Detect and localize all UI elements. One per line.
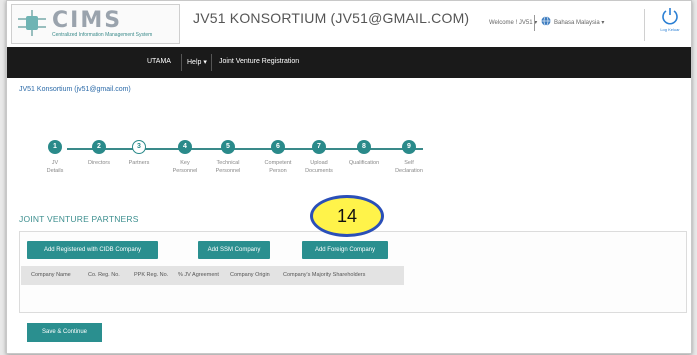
step-label: JV Details (46, 160, 64, 174)
table-column-header: % JV Agreement (178, 272, 219, 278)
step-technical-personnel[interactable]: 5 Technical Personnel (210, 140, 246, 175)
step-number: 2 (92, 140, 106, 154)
top-nav: UTAMA Help ▾ Joint Venture Registration (7, 47, 691, 78)
step-number: 8 (357, 140, 371, 154)
step-competent-person[interactable]: 6 Competent Person (260, 140, 296, 175)
partners-table-header: Company Name Co. Reg. No. PPK Reg. No. %… (21, 266, 404, 285)
step-partners[interactable]: 3 Partners (121, 140, 157, 167)
annotation-callout: 14 (310, 195, 384, 237)
divider (644, 9, 645, 41)
logout-label: Log Keluar (660, 27, 680, 32)
divider (534, 15, 535, 31)
header: CIMS Centralized Information Management … (7, 1, 691, 48)
add-foreign-company-button[interactable]: Add Foreign Company (302, 241, 388, 259)
step-number: 6 (271, 140, 285, 154)
step-label: Competent Person (264, 160, 292, 174)
step-key-personnel[interactable]: 4 Key Personnel (167, 140, 203, 175)
step-number: 1 (48, 140, 62, 154)
page-title: JV51 KONSORTIUM (JV51@GMAIL.COM) (193, 10, 470, 26)
step-qualification[interactable]: 8 Qualification (346, 140, 382, 167)
step-number: 9 (402, 140, 416, 154)
step-number-current: 3 (132, 140, 146, 154)
logo-title: CIMS (52, 8, 123, 33)
divider (181, 54, 182, 71)
globe-icon (541, 16, 551, 26)
logo-subtitle: Centralized Information Management Syste… (52, 32, 153, 38)
section-title: JOINT VENTURE PARTNERS (19, 214, 139, 224)
nav-item-jv-registration[interactable]: Joint Venture Registration (219, 58, 299, 65)
user-menu[interactable]: Welcome ! JV51 ▾ (489, 19, 537, 26)
save-continue-button[interactable]: Save & Continue (27, 323, 102, 342)
logout-button[interactable]: Log Keluar (655, 7, 685, 43)
step-label: Upload Documents (305, 160, 333, 174)
step-number: 4 (178, 140, 192, 154)
circuit-logo-icon (18, 10, 46, 36)
add-cidb-company-button[interactable]: Add Registered with CIDB Company (27, 241, 158, 259)
power-icon (662, 8, 678, 25)
step-label: Qualification (348, 160, 380, 166)
step-label: Self Declaration (395, 160, 423, 174)
nav-item-utama[interactable]: UTAMA (147, 58, 171, 65)
step-directors[interactable]: 2 Directors (81, 140, 117, 167)
cims-logo[interactable]: CIMS Centralized Information Management … (11, 4, 180, 44)
step-label: Technical Personnel (215, 160, 241, 174)
language-selector[interactable]: Bahasa Malaysia ▾ (554, 19, 604, 26)
step-label: Partners (128, 160, 150, 166)
table-column-header: Company Name (31, 272, 71, 278)
app-window: CIMS Centralized Information Management … (6, 0, 692, 354)
table-column-header: Company's Majority Shareholders (283, 272, 366, 278)
table-column-header: Company Origin (230, 272, 270, 278)
table-column-header: Co. Reg. No. (88, 272, 120, 278)
step-jv-details[interactable]: 1 JV Details (37, 140, 73, 175)
step-self-declaration[interactable]: 9 Self Declaration (391, 140, 427, 175)
step-upload-documents[interactable]: 7 Upload Documents (301, 140, 337, 175)
divider (211, 54, 212, 71)
step-number: 5 (221, 140, 235, 154)
step-number: 7 (312, 140, 326, 154)
table-column-header: PPK Reg. No. (134, 272, 169, 278)
registration-stepper: 1 JV Details 2 Directors 3 Partners 4 Ke… (7, 131, 691, 186)
breadcrumb[interactable]: JV51 Konsortium (jv51@gmail.com) (19, 86, 131, 93)
add-ssm-company-button[interactable]: Add SSM Company (198, 241, 270, 259)
step-label: Directors (87, 160, 110, 166)
nav-item-help[interactable]: Help ▾ (187, 58, 207, 66)
step-label: Key Personnel (172, 160, 198, 174)
